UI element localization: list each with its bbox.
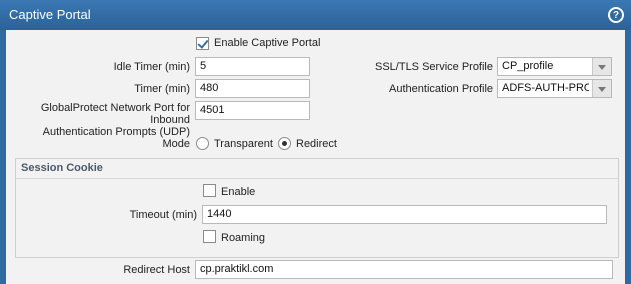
mode-redirect-radio[interactable] (278, 137, 291, 150)
auth-profile-select[interactable]: ADFS-AUTH-PROFILE (497, 79, 612, 98)
captive-portal-dialog: Captive Portal ? Enable Captive Portal I… (0, 0, 631, 284)
gp-port-label-line1: GlobalProtect Network Port for Inbound (40, 102, 190, 126)
gp-port-label-line2: Authentication Prompts (UDP) (42, 126, 190, 138)
ssl-profile-value: CP_profile (502, 60, 554, 72)
enable-captive-portal-label: Enable Captive Portal (214, 37, 321, 49)
auth-profile-label: Authentication Profile (389, 83, 493, 95)
redirect-host-label: Redirect Host (123, 264, 190, 276)
mode-transparent-radio[interactable] (196, 137, 209, 150)
dialog-title: Captive Portal (9, 7, 91, 22)
chevron-down-icon[interactable] (592, 58, 611, 75)
chevron-down-icon[interactable] (592, 80, 611, 97)
redirect-host-input[interactable]: cp.praktikl.com (195, 260, 613, 279)
dialog-titlebar: Captive Portal ? (0, 0, 631, 30)
mode-label: Mode (162, 138, 190, 150)
ssl-profile-label: SSL/TLS Service Profile (375, 61, 493, 73)
roaming-checkbox[interactable] (203, 230, 216, 243)
auth-profile-value: ADFS-AUTH-PROFILE (502, 82, 589, 94)
session-cookie-enable-checkbox[interactable] (203, 184, 216, 197)
gp-port-input[interactable]: 4501 (195, 101, 310, 120)
dialog-body: Enable Captive Portal Idle Timer (min) 5… (6, 30, 625, 284)
session-cookie-section: Session Cookie Enable Timeout (min) 1440… (15, 158, 619, 258)
gp-port-label: GlobalProtect Network Port for Inbound A… (6, 102, 190, 138)
timer-input[interactable]: 480 (195, 79, 310, 98)
mode-redirect-label: Redirect (296, 138, 337, 150)
session-cookie-enable-label: Enable (221, 186, 256, 198)
idle-timer-label: Idle Timer (min) (113, 61, 190, 73)
mode-transparent-label: Transparent (214, 138, 273, 150)
roaming-label: Roaming (221, 232, 266, 244)
section-divider (16, 178, 618, 179)
timer-label: Timer (min) (134, 83, 190, 95)
idle-timer-input[interactable]: 5 (195, 57, 310, 76)
enable-captive-portal-checkbox[interactable] (196, 37, 209, 50)
help-icon[interactable]: ? (608, 7, 624, 23)
ssl-profile-select[interactable]: CP_profile (497, 57, 612, 76)
timeout-label: Timeout (min) (129, 209, 197, 221)
session-cookie-legend: Session Cookie (21, 162, 103, 174)
timeout-input[interactable]: 1440 (202, 205, 607, 224)
